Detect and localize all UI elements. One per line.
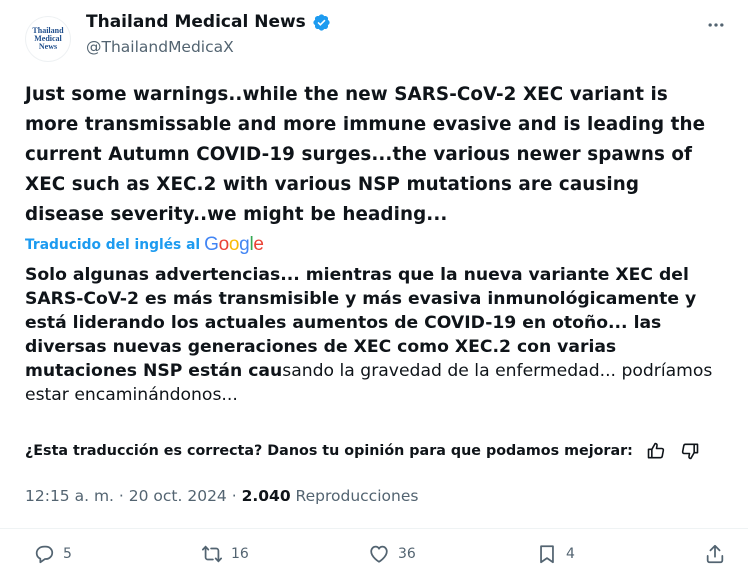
- share-icon: [706, 544, 724, 564]
- repost-button[interactable]: 16: [201, 543, 249, 565]
- divider: [0, 528, 748, 529]
- like-count: 36: [398, 546, 416, 562]
- reply-icon: [35, 545, 54, 564]
- author-name-row[interactable]: Thailand Medical News: [86, 12, 331, 32]
- tweet-text: Just some warnings..while the new SARS-C…: [25, 84, 706, 225]
- thumbs-up-icon[interactable]: [645, 440, 667, 462]
- translated-text: Solo algunas advertencias... mientras qu…: [25, 263, 725, 407]
- tweet-meta: 12:15 a. m. · 20 oct. 2024 · 2.040 Repro…: [25, 487, 418, 505]
- action-bar: 5 16 36 4: [0, 543, 748, 573]
- bookmark-icon: [540, 545, 554, 564]
- bookmark-button[interactable]: 4: [536, 543, 575, 565]
- display-name[interactable]: Thailand Medical News: [86, 12, 306, 32]
- google-logo: Google: [204, 234, 264, 255]
- verified-badge-icon: [312, 13, 331, 32]
- translated-by-label: Traducido del inglés al: [25, 237, 201, 253]
- repost-icon: [201, 545, 223, 563]
- reply-button[interactable]: 5: [33, 543, 72, 565]
- bookmark-count: 4: [566, 546, 575, 562]
- reply-count: 5: [63, 546, 72, 562]
- thumbs-down-icon[interactable]: [679, 440, 701, 462]
- avatar[interactable]: Thailand Medical News: [25, 16, 71, 62]
- views-count: 2.040: [241, 487, 291, 505]
- avatar-logo-line: News: [38, 42, 58, 51]
- translation-feedback-row: ¿Esta traducción es correcta? Danos tu o…: [25, 440, 715, 462]
- more-options-icon[interactable]: [705, 14, 727, 36]
- translation-feedback-prompt: ¿Esta traducción es correcta? Danos tu o…: [25, 443, 633, 459]
- translated-by-link[interactable]: Traducido del inglés al Google: [25, 234, 264, 256]
- account-handle[interactable]: @ThailandMedicaX: [86, 38, 234, 56]
- views-label: Reproducciones: [290, 487, 419, 505]
- heart-icon: [370, 545, 388, 563]
- tweet-timestamp[interactable]: 12:15 a. m. · 20 oct. 2024 ·: [25, 487, 242, 505]
- like-button[interactable]: 36: [368, 543, 416, 565]
- share-button[interactable]: [704, 543, 726, 565]
- repost-count: 16: [231, 546, 249, 562]
